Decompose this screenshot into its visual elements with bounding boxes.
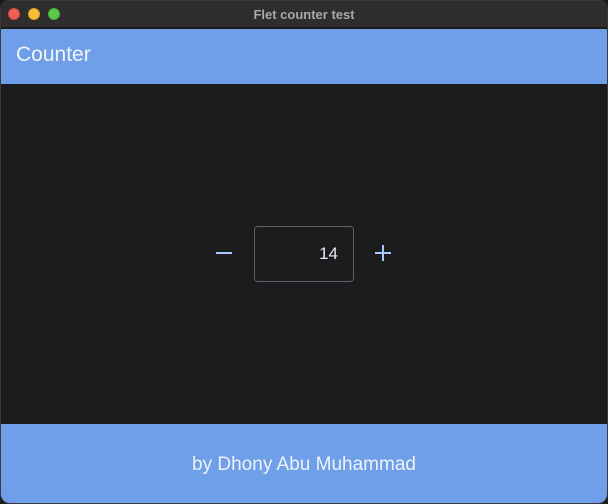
counter-input[interactable] bbox=[255, 227, 353, 281]
app-window: Flet counter test Counter by Dhony Abu M… bbox=[0, 0, 608, 504]
bottom-bar: by Dhony Abu Muhammad bbox=[1, 424, 607, 503]
minus-icon bbox=[216, 252, 232, 254]
page-title: Counter bbox=[16, 43, 91, 66]
increment-button[interactable] bbox=[363, 233, 403, 273]
title-bar[interactable]: Flet counter test bbox=[1, 1, 607, 28]
counter-field[interactable] bbox=[254, 226, 354, 282]
plus-icon bbox=[375, 245, 391, 261]
app-bar: Counter bbox=[1, 29, 607, 84]
main-content bbox=[1, 84, 607, 424]
decrement-button[interactable] bbox=[204, 233, 244, 273]
author-credit: by Dhony Abu Muhammad bbox=[192, 454, 416, 475]
window-title: Flet counter test bbox=[253, 7, 355, 22]
